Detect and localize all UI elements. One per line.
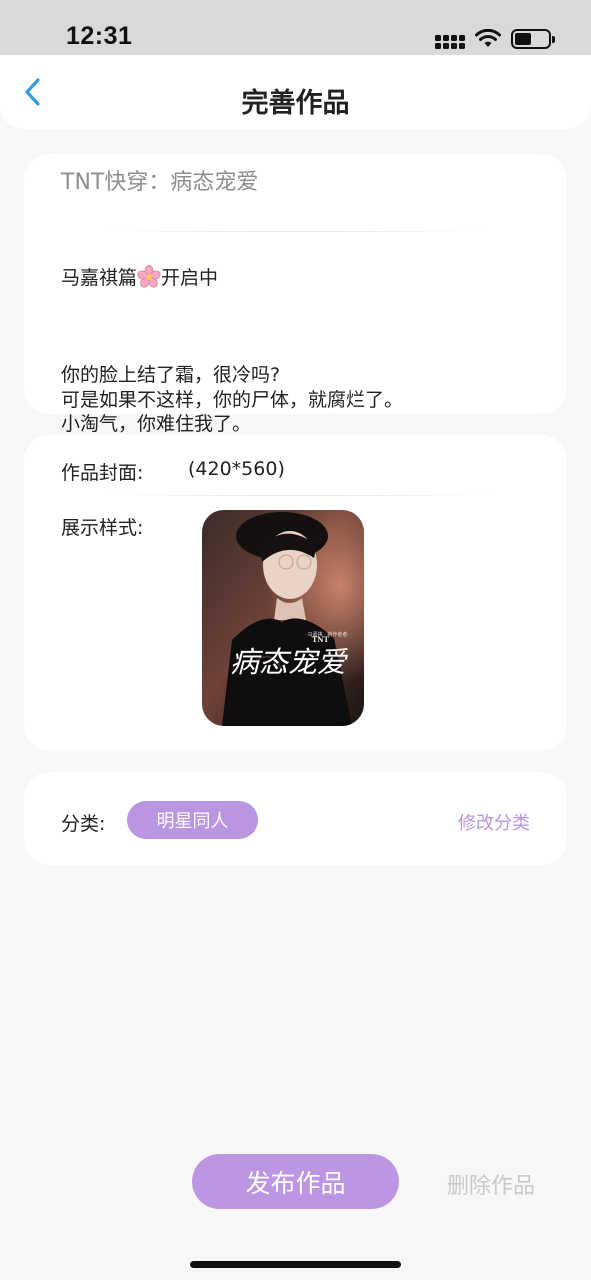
wifi-icon <box>475 29 501 47</box>
publish-button[interactable]: 发布作品 <box>192 1154 399 1209</box>
cherry-blossom-icon <box>137 264 161 288</box>
cellular-signal-icon <box>435 29 465 49</box>
work-description[interactable]: 马嘉祺篇 开启中 你的脸上结了霜，很冷吗? 可是如果不这样，你的尸体，就腐烂了。… <box>61 240 541 461</box>
description-body: 你的脸上结了霜，很冷吗? 可是如果不这样，你的尸体，就腐烂了。 小淘气，你难住我… <box>61 364 404 435</box>
category-tag[interactable]: 明星同人 <box>127 801 258 839</box>
home-indicator <box>190 1261 401 1268</box>
status-bar: 12:31 <box>0 0 591 55</box>
page-title: 完善作品 <box>241 88 350 119</box>
work-info-card: TNT快穿：病态宠爱 马嘉祺篇 开启中 你的脸上结了霜，很冷吗? 可是如果不这样… <box>24 154 567 435</box>
cover-label: 作品封面: <box>61 462 144 484</box>
description-suffix: 开启中 <box>161 266 219 289</box>
category-card: 分类: 明星同人 修改分类 <box>24 772 567 865</box>
divider <box>104 231 484 232</box>
cover-title: 病态宠爱 <box>230 645 349 679</box>
work-title[interactable]: TNT快穿：病态宠爱 <box>61 164 258 196</box>
edit-category-link[interactable]: 修改分类 <box>458 809 530 835</box>
display-style-label: 展示样式: <box>61 517 144 539</box>
cover-card: 作品封面: (420*560) 展示样式: ·马嘉祺 · 制作者者· TNT 病… <box>24 435 567 751</box>
cover-brand: TNT <box>312 635 330 644</box>
status-icons <box>435 26 555 52</box>
battery-icon <box>511 29 555 49</box>
delete-button[interactable]: 删除作品 <box>447 1168 535 1200</box>
status-time: 12:31 <box>66 22 133 50</box>
cover-size: (420*560) <box>188 458 285 480</box>
nav-bar: 完善作品 <box>0 55 591 129</box>
divider <box>104 495 494 496</box>
category-label: 分类: <box>61 813 106 835</box>
description-prefix: 马嘉祺篇 <box>61 266 138 289</box>
cover-image[interactable]: ·马嘉祺 · 制作者者· TNT 病态宠爱 <box>202 510 364 726</box>
